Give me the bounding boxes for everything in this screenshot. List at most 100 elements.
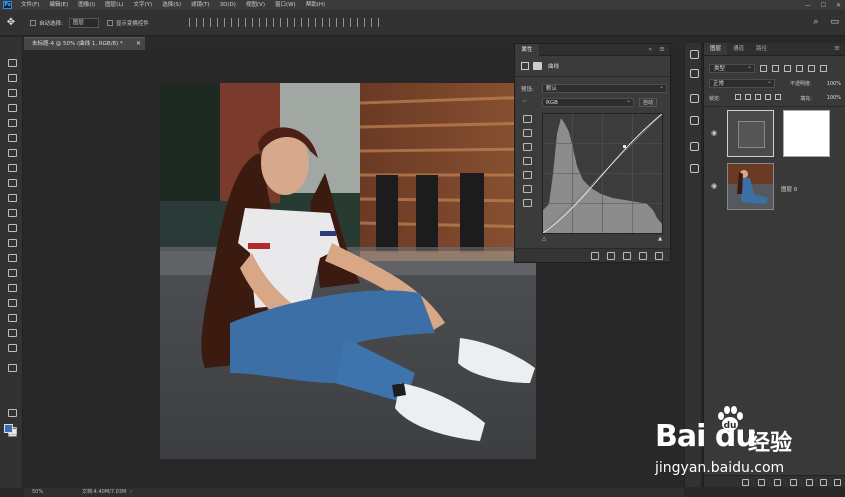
panel-menu-icon[interactable]: ≡ xyxy=(659,45,665,53)
document-tab[interactable]: 未标题-4 @ 50% (曲线 1, RGB/8) * ✕ xyxy=(24,37,145,50)
gradient-tool-icon[interactable] xyxy=(6,222,17,232)
align-top-icon[interactable] xyxy=(188,18,197,27)
status-arrow-icon[interactable]: › xyxy=(130,488,132,497)
clip-to-layer-icon[interactable] xyxy=(591,252,599,260)
transform-controls-checkbox[interactable] xyxy=(106,19,113,26)
auto-select-dropdown[interactable]: 图层 xyxy=(68,17,99,28)
draw-curve-icon[interactable] xyxy=(521,169,533,179)
align-bottom-icon[interactable] xyxy=(216,18,225,27)
minimize-icon[interactable]: — xyxy=(805,2,811,9)
pen-tool-icon[interactable] xyxy=(6,267,17,277)
distribute-right-icon[interactable] xyxy=(342,18,351,27)
filter-adjustment-icon[interactable] xyxy=(772,65,779,72)
filter-pixel-icon[interactable] xyxy=(760,65,767,72)
menu-item[interactable]: 编辑(E) xyxy=(44,0,73,10)
menu-item[interactable]: 帮助(H) xyxy=(301,0,330,10)
edit-points-icon[interactable] xyxy=(521,155,533,165)
move-tool-icon[interactable] xyxy=(6,57,17,67)
distribute-center-icon[interactable] xyxy=(328,18,337,27)
channel-dropdown[interactable]: RGB xyxy=(542,97,634,107)
white-input-slider[interactable]: ▲ xyxy=(658,236,662,242)
menu-item[interactable]: 文字(Y) xyxy=(129,0,158,10)
distribute-top-icon[interactable] xyxy=(272,18,281,27)
lasso-tool-icon[interactable] xyxy=(6,87,17,97)
crop-tool-icon[interactable] xyxy=(6,117,17,127)
brush-tool-icon[interactable] xyxy=(6,162,17,172)
path-select-tool-icon[interactable] xyxy=(6,297,17,307)
foreground-color-swatch[interactable] xyxy=(4,424,13,433)
clipping-warning-icon[interactable] xyxy=(521,197,533,207)
eyedropper-tool-icon[interactable] xyxy=(6,132,17,142)
tab-paths[interactable]: 路径 xyxy=(750,43,773,55)
color-panel-icon[interactable] xyxy=(689,163,699,173)
auto-select-checkbox[interactable] xyxy=(30,19,36,26)
quick-select-tool-icon[interactable] xyxy=(6,102,17,112)
distribute-left-icon[interactable] xyxy=(314,18,323,27)
menu-item[interactable]: 滤镜(T) xyxy=(186,0,215,10)
move-tool-icon[interactable]: ✥ xyxy=(0,17,22,28)
align-right-icon[interactable] xyxy=(258,18,267,27)
visibility-icon[interactable] xyxy=(639,252,647,260)
view-previous-icon[interactable] xyxy=(607,252,615,260)
lock-artboard-icon[interactable] xyxy=(765,94,772,100)
filter-shape-icon[interactable] xyxy=(796,65,803,72)
brush-panel-icon[interactable] xyxy=(689,115,699,125)
align-left-icon[interactable] xyxy=(230,18,239,27)
layer-mask-icon[interactable] xyxy=(533,62,542,70)
menu-item[interactable]: 3D(D) xyxy=(215,0,241,10)
reset-icon[interactable] xyxy=(623,252,631,260)
maximize-icon[interactable]: ☐ xyxy=(821,2,826,9)
menu-item[interactable]: 文件(F) xyxy=(16,0,44,10)
close-tab-icon[interactable]: ✕ xyxy=(136,38,141,50)
layer-name[interactable]: 图层 0 xyxy=(781,185,797,193)
lock-position-icon[interactable] xyxy=(755,94,762,100)
3d-mode-icon[interactable] xyxy=(370,18,379,27)
eye-icon[interactable]: ◉ xyxy=(711,182,717,190)
dodge-tool-icon[interactable] xyxy=(6,252,17,262)
properties-tab[interactable]: 属性 xyxy=(515,44,539,56)
lock-image-icon[interactable] xyxy=(745,94,752,100)
more-tools-icon[interactable] xyxy=(6,362,17,372)
history-brush-tool-icon[interactable] xyxy=(6,192,17,202)
tab-layers[interactable]: 图层 xyxy=(704,43,728,55)
eraser-tool-icon[interactable] xyxy=(6,207,17,217)
opacity-value[interactable]: 100% xyxy=(827,81,841,87)
tab-channels[interactable]: 通道 xyxy=(727,43,750,55)
align-center-icon[interactable] xyxy=(244,18,253,27)
sample-white-point-icon[interactable] xyxy=(521,141,533,151)
eye-icon[interactable]: ◉ xyxy=(711,129,717,137)
layers-menu-icon[interactable]: ≡ xyxy=(834,44,840,52)
preset-dropdown[interactable]: 默认 xyxy=(542,83,667,93)
new-layer-icon[interactable] xyxy=(820,479,827,486)
healing-brush-tool-icon[interactable] xyxy=(6,147,17,157)
menu-item[interactable]: 视图(V) xyxy=(241,0,270,10)
fill-value[interactable]: 100% xyxy=(827,95,841,101)
close-icon[interactable]: ✕ xyxy=(836,2,841,9)
auto-button[interactable]: 自动 xyxy=(639,98,658,107)
delete-layer-icon[interactable] xyxy=(834,479,841,486)
canvas-image[interactable] xyxy=(160,83,536,459)
kind-filter-dropdown[interactable]: 类型 xyxy=(709,63,755,73)
blend-mode-dropdown[interactable]: 正常 xyxy=(709,78,775,88)
auto-align-icon[interactable] xyxy=(356,18,365,27)
clone-stamp-tool-icon[interactable] xyxy=(6,177,17,187)
smooth-curve-icon[interactable] xyxy=(521,183,533,193)
filter-type-icon[interactable] xyxy=(784,65,791,72)
blur-tool-icon[interactable] xyxy=(6,237,17,247)
distribute-bottom-icon[interactable] xyxy=(300,18,309,27)
menu-item[interactable]: 图层(L) xyxy=(100,0,128,10)
lock-all-icon[interactable] xyxy=(775,94,782,100)
menu-item[interactable]: 图像(I) xyxy=(73,0,100,10)
distribute-middle-icon[interactable] xyxy=(286,18,295,27)
history-panel-icon[interactable] xyxy=(689,49,699,59)
filter-smart-object-icon[interactable] xyxy=(808,65,815,72)
filter-toggle-icon[interactable] xyxy=(820,65,827,72)
channels-panel-icon[interactable] xyxy=(689,141,699,151)
mask-thumbnail[interactable] xyxy=(783,110,830,157)
quick-mask-icon[interactable] xyxy=(6,407,17,417)
search-icon[interactable]: ⌕ xyxy=(813,17,818,27)
delete-icon[interactable] xyxy=(655,252,663,260)
hand-tool-icon[interactable] xyxy=(6,327,17,337)
zoom-level[interactable]: 50% xyxy=(32,488,43,497)
sample-black-point-icon[interactable] xyxy=(521,113,533,123)
